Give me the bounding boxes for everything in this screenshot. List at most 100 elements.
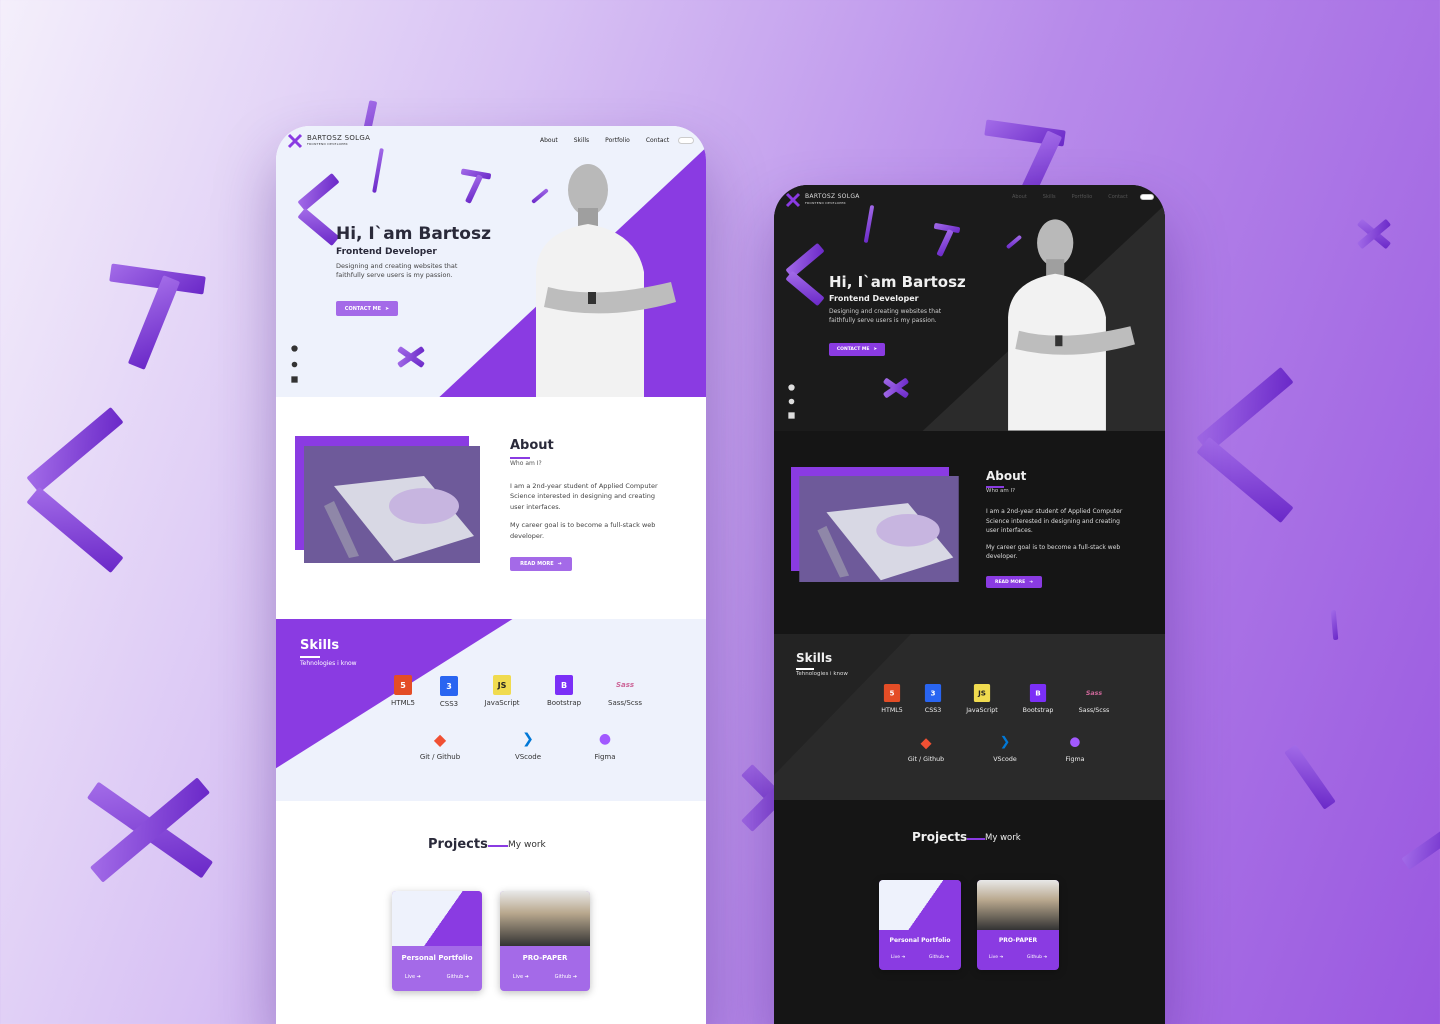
skill-label: VScode bbox=[514, 753, 542, 761]
dark-theme-mockup: BARTOSZ SOLGA FRONTEND DEVELOPER About S… bbox=[774, 185, 1165, 1024]
about-subtitle: Who am I? bbox=[510, 460, 542, 467]
project-live-link[interactable]: Live ➔ bbox=[405, 974, 421, 980]
skill-item: JS JavaScript bbox=[472, 675, 532, 707]
info-icon[interactable] bbox=[788, 398, 795, 405]
hero-section: BARTOSZ SOLGA FRONTEND DEVELOPER About S… bbox=[276, 126, 706, 397]
project-github-link[interactable]: Github ➔ bbox=[555, 974, 578, 980]
figma-icon: ● bbox=[598, 731, 612, 747]
about-paragraph-line: My career goal is to become a full-stack… bbox=[986, 543, 1121, 551]
skill-item: ◆ Git / Github bbox=[896, 732, 956, 763]
projects-section: Projects My work Personal Portfolio Live… bbox=[276, 801, 706, 1024]
project-github-link[interactable]: Github ➔ bbox=[1027, 955, 1047, 960]
skill-label: CSS3 bbox=[924, 707, 942, 714]
nav-contact[interactable]: Contact bbox=[1108, 194, 1127, 200]
skill-item: ● Figma bbox=[1045, 732, 1105, 763]
project-thumbnail bbox=[879, 880, 961, 930]
linkedin-icon[interactable] bbox=[788, 412, 795, 419]
skill-item: 3 CSS3 bbox=[419, 676, 479, 708]
skills-subtitle: Tehnologies i know bbox=[300, 660, 357, 667]
navbar: BARTOSZ SOLGA FRONTEND DEVELOPER About S… bbox=[774, 185, 1165, 215]
figma-icon: ● bbox=[1069, 734, 1081, 750]
nav-skills[interactable]: Skills bbox=[1043, 194, 1056, 200]
arrow-right-icon: ➔ bbox=[557, 561, 562, 567]
logo-icon[interactable] bbox=[785, 192, 801, 208]
projects-title: Projects bbox=[912, 830, 968, 844]
laptop-photo bbox=[304, 446, 480, 563]
brand-tagline: FRONTEND DEVELOPER bbox=[805, 201, 846, 205]
nav-about[interactable]: About bbox=[1012, 194, 1027, 200]
project-card[interactable]: PRO-PAPER Live ➔ Github ➔ bbox=[977, 880, 1059, 970]
nav-about[interactable]: About bbox=[540, 137, 558, 144]
skill-label: Figma bbox=[1065, 756, 1085, 763]
project-thumbnail bbox=[392, 891, 482, 946]
skill-label: JavaScript bbox=[484, 699, 520, 707]
skill-item: Sass Sass/Scss bbox=[1064, 683, 1124, 714]
skill-item: ● Figma bbox=[575, 729, 635, 761]
skills-section: Skills Tehnologies i know 5 HTML5 3 CSS3 JS J… bbox=[774, 634, 1165, 800]
contact-me-button[interactable]: CONTACT ME ➤ bbox=[829, 343, 885, 356]
portrait-photo bbox=[1008, 219, 1135, 431]
skill-label: Bootstrap bbox=[546, 699, 582, 707]
hero-subtitle: Frontend Developer bbox=[336, 247, 437, 257]
project-name: Personal Portfolio bbox=[889, 937, 951, 944]
brand-name: BARTOSZ SOLGA bbox=[307, 134, 371, 142]
skill-label: CSS3 bbox=[439, 700, 459, 708]
project-live-link[interactable]: Live ➔ bbox=[989, 955, 1003, 960]
contact-me-button[interactable]: CONTACT ME ➤ bbox=[336, 301, 398, 316]
light-theme-mockup: BARTOSZ SOLGA FRONTEND DEVELOPER About S… bbox=[276, 126, 706, 1024]
skill-label: Bootstrap bbox=[1022, 707, 1054, 714]
css3-icon: 3 bbox=[924, 684, 942, 702]
sass-icon: Sass bbox=[1085, 689, 1103, 697]
portrait-photo bbox=[536, 164, 676, 397]
nav-skills[interactable]: Skills bbox=[574, 137, 589, 144]
projects-section: Projects My work Personal Portfolio Live… bbox=[774, 800, 1165, 1024]
skill-item: B Bootstrap bbox=[1008, 683, 1068, 714]
skill-label: Sass/Scss bbox=[1078, 707, 1110, 714]
about-section: About Who am I? I am a 2nd-year student … bbox=[276, 397, 706, 619]
background-decoration bbox=[0, 0, 1440, 1024]
about-paragraph-line: user interfaces. bbox=[986, 527, 1033, 535]
hero-section: BARTOSZ SOLGA FRONTEND DEVELOPER About S… bbox=[774, 185, 1165, 431]
skills-title: Skills bbox=[300, 638, 340, 653]
github-icon[interactable] bbox=[291, 345, 298, 352]
info-icon[interactable] bbox=[291, 361, 298, 368]
project-live-link[interactable]: Live ➔ bbox=[891, 955, 905, 960]
html5-icon: 5 bbox=[394, 675, 412, 695]
read-more-button[interactable]: READ MORE ➔ bbox=[986, 576, 1042, 588]
project-live-link[interactable]: Live ➔ bbox=[513, 974, 529, 980]
bootstrap-icon: B bbox=[555, 675, 573, 695]
hero-description-line: Designing and creating websites that bbox=[829, 308, 942, 315]
about-paragraph-line: Science interested in designing and crea… bbox=[510, 492, 656, 501]
sass-icon: Sass bbox=[615, 681, 635, 689]
linkedin-icon[interactable] bbox=[291, 376, 298, 383]
skills-subtitle: Tehnologies i know bbox=[796, 671, 848, 677]
navbar: BARTOSZ SOLGA FRONTEND DEVELOPER About S… bbox=[276, 126, 706, 156]
nav-contact[interactable]: Contact bbox=[646, 137, 669, 144]
about-title: About bbox=[986, 469, 1027, 483]
hero-description-line: Designing and creating websites that bbox=[336, 262, 458, 270]
project-name: Personal Portfolio bbox=[401, 954, 473, 962]
nav-portfolio[interactable]: Portfolio bbox=[1072, 194, 1093, 200]
hero-subtitle: Frontend Developer bbox=[829, 294, 919, 303]
project-github-link[interactable]: Github ➔ bbox=[447, 974, 470, 980]
github-icon[interactable] bbox=[788, 384, 795, 391]
hero-description-line: faithfully serve users is my passion. bbox=[829, 316, 937, 324]
theme-toggle[interactable] bbox=[1140, 194, 1154, 200]
about-paragraph-line: My career goal is to become a full-stack… bbox=[510, 521, 656, 530]
theme-toggle[interactable] bbox=[678, 137, 694, 144]
logo-icon[interactable] bbox=[287, 133, 303, 149]
project-card[interactable]: Personal Portfolio Live ➔ Github ➔ bbox=[879, 880, 961, 970]
about-paragraph-line: user interfaces. bbox=[510, 502, 561, 511]
laptop-photo bbox=[799, 476, 959, 582]
project-card[interactable]: Personal Portfolio Live ➔ Github ➔ bbox=[392, 891, 482, 991]
read-more-button[interactable]: READ MORE ➔ bbox=[510, 557, 572, 571]
skills-title: Skills bbox=[796, 651, 833, 665]
hero-title: Hi, I`am Bartosz bbox=[829, 273, 966, 291]
skill-label: HTML5 bbox=[881, 707, 903, 714]
project-card[interactable]: PRO-PAPER Live ➔ Github ➔ bbox=[500, 891, 590, 991]
projects-subtitle: My work bbox=[985, 833, 1021, 843]
project-github-link[interactable]: Github ➔ bbox=[929, 955, 949, 960]
about-paragraph-line: I am a 2nd-year student of Applied Compu… bbox=[510, 482, 658, 490]
html5-icon: 5 bbox=[883, 684, 901, 702]
nav-portfolio[interactable]: Portfolio bbox=[605, 137, 630, 144]
